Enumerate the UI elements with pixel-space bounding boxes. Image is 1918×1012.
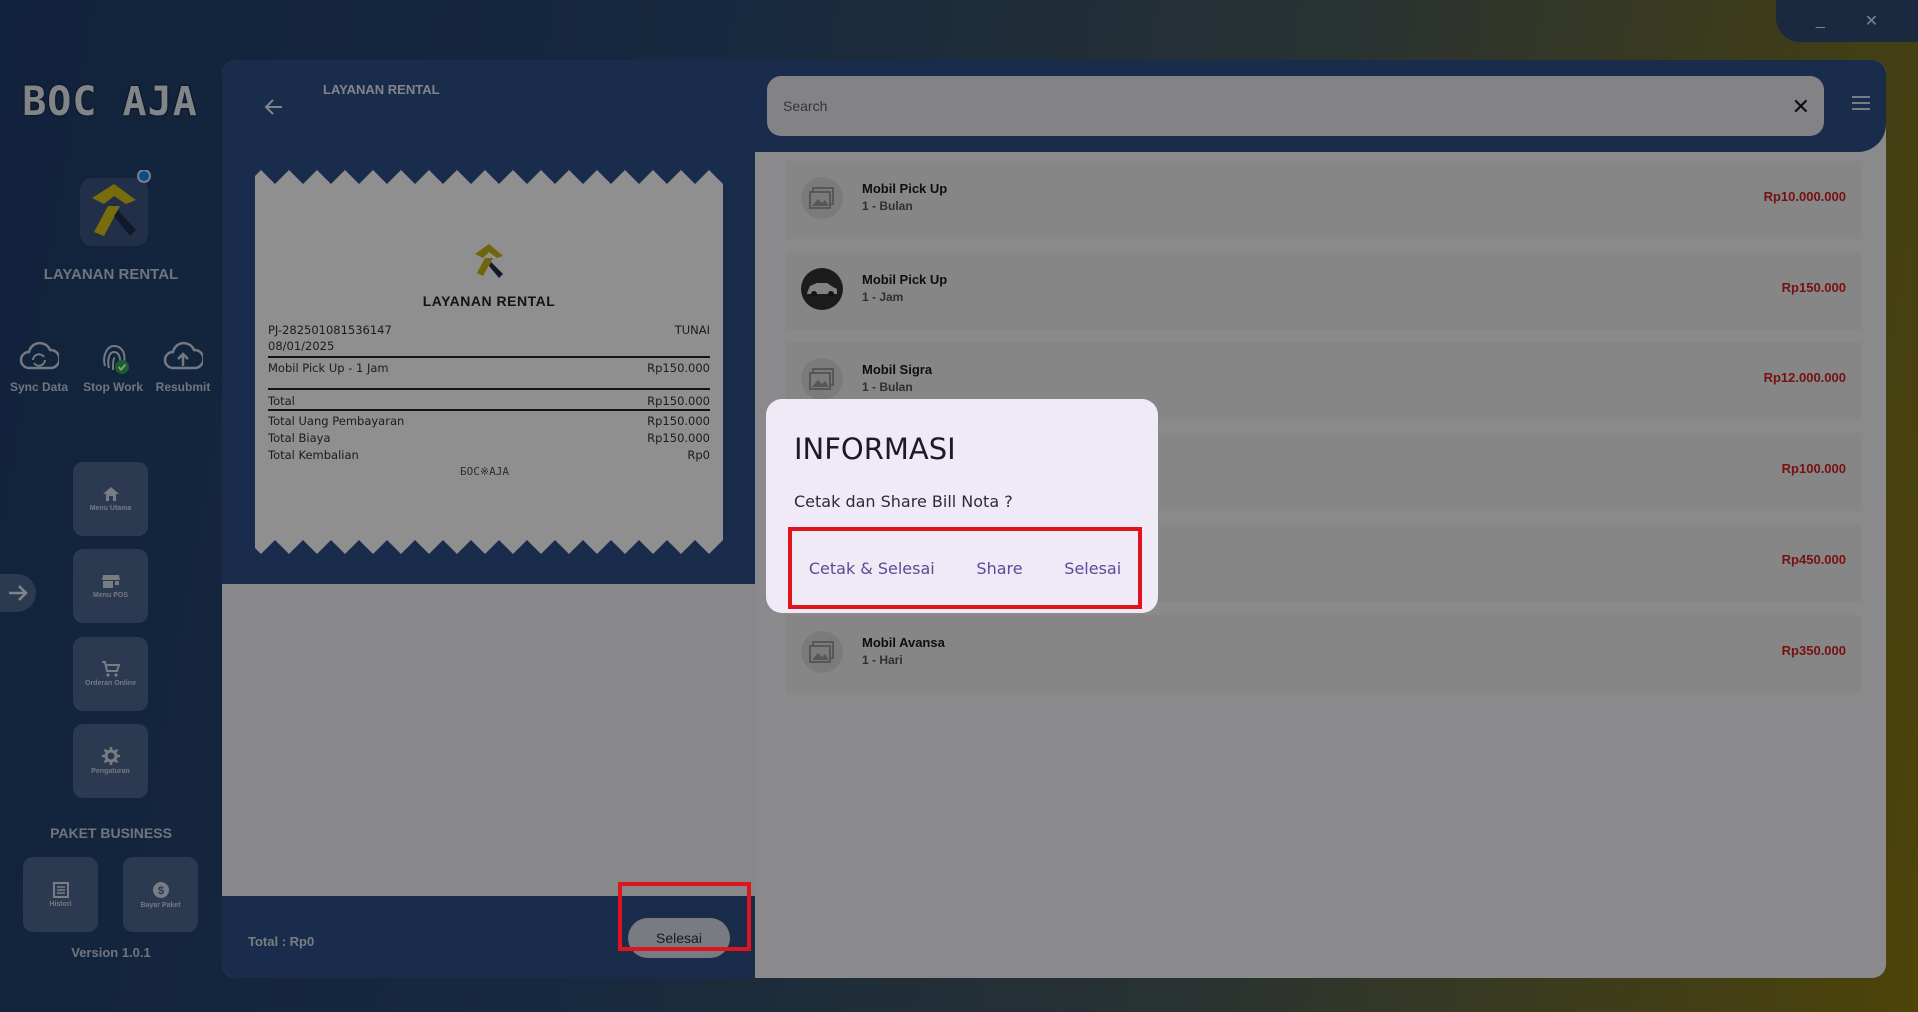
highlight-box [618,882,751,951]
info-dialog: INFORMASI Cetak dan Share Bill Nota ? Ce… [766,399,1158,613]
highlight-box [788,527,1142,609]
dialog-message: Cetak dan Share Bill Nota ? [794,492,1013,511]
dialog-title: INFORMASI [794,432,956,466]
